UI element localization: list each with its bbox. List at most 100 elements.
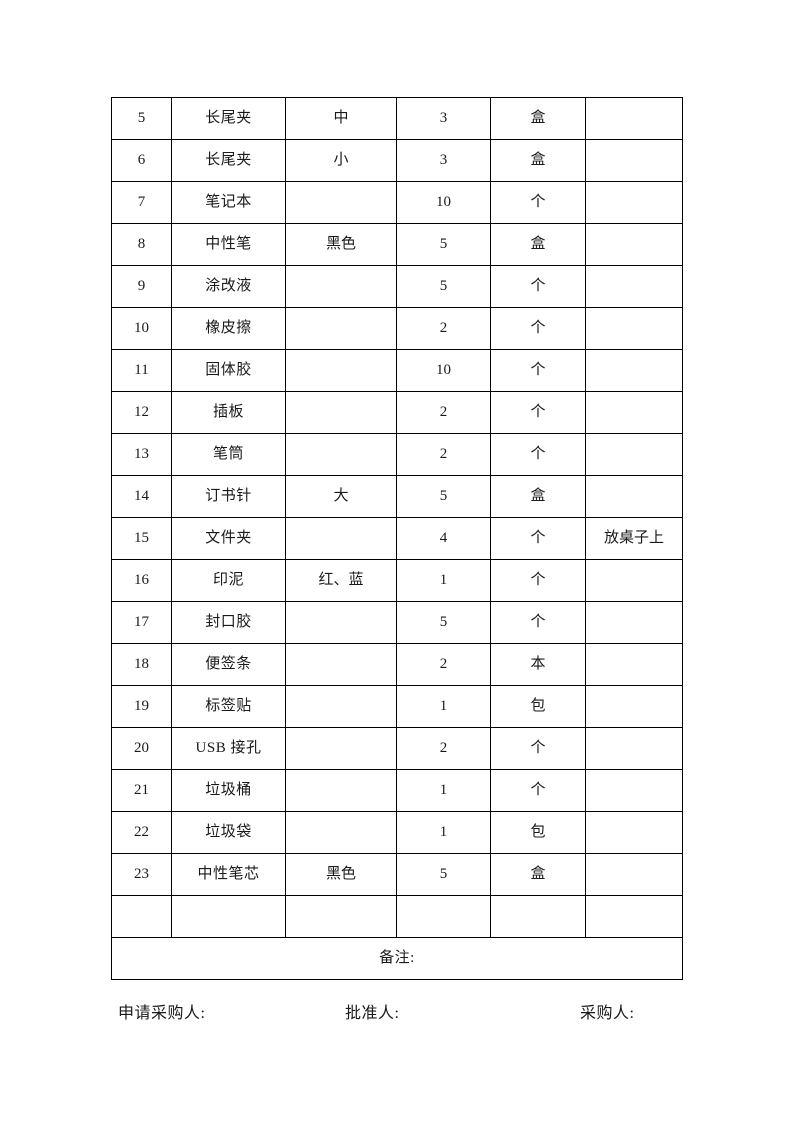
cell-unit: 个 — [490, 265, 586, 308]
cell-spec — [285, 643, 397, 686]
cell-qty: 2 — [396, 307, 491, 350]
table-body: 5 长尾夹中 3 盒 6 长尾夹小 3 盒 7 笔记本 10 个 8 中性笔 黑色 5 盒 9 涂改液 5 个 10 橡皮擦… — [111, 97, 683, 980]
cell-unit: 个 — [490, 727, 586, 770]
cell-unit: 盒 — [490, 475, 586, 518]
cell-qty: 1 — [396, 685, 491, 728]
cell-note — [585, 895, 683, 938]
cell-unit: 盒 — [490, 97, 586, 140]
cell-spec — [285, 769, 397, 812]
cell-unit: 个 — [490, 307, 586, 350]
cell-spec — [285, 349, 397, 392]
cell-note — [585, 853, 683, 896]
cell-index: 7 — [111, 181, 172, 224]
table-row: 6 长尾夹小 3 盒 — [111, 139, 683, 182]
cell-qty: 5 — [396, 853, 491, 896]
cell-unit: 个 — [490, 433, 586, 476]
cell-index: 18 — [111, 643, 172, 686]
signature-line: 申请采购人: 批准人: 采购人: — [111, 999, 686, 1023]
cell-index: 6 — [111, 139, 172, 182]
cell-name: 长尾夹 — [171, 139, 286, 182]
cell-name: 橡皮擦 — [171, 307, 286, 350]
cell-index — [111, 895, 172, 938]
table-row: 9 涂改液 5 个 — [111, 265, 683, 308]
cell-name: 中性笔 — [171, 223, 286, 266]
cell-spec: 大 — [285, 475, 397, 518]
purchaser-signature-label: 采购人: — [580, 1005, 635, 1022]
cell-index: 23 — [111, 853, 172, 896]
cell-note — [585, 769, 683, 812]
cell-index: 5 — [111, 97, 172, 140]
cell-index: 15 — [111, 517, 172, 560]
cell-qty — [396, 895, 491, 938]
cell-qty: 4 — [396, 517, 491, 560]
cell-spec — [285, 433, 397, 476]
cell-spec — [285, 307, 397, 350]
cell-qty: 2 — [396, 391, 491, 434]
cell-name: 订书针 — [171, 475, 286, 518]
cell-unit: 本 — [490, 643, 586, 686]
cell-spec — [285, 811, 397, 854]
cell-name: 封口胶 — [171, 601, 286, 644]
cell-note — [585, 433, 683, 476]
applicant-signature-label: 申请采购人: — [118, 1005, 206, 1022]
cell-unit: 个 — [490, 601, 586, 644]
table-row: 17 封口胶 5 个 — [111, 601, 683, 644]
cell-name: 长尾夹 — [171, 97, 286, 140]
table-row: 8 中性笔 黑色 5 盒 — [111, 223, 683, 266]
cell-name: 垃圾袋 — [171, 811, 286, 854]
cell-unit: 个 — [490, 559, 586, 602]
cell-qty: 1 — [396, 559, 491, 602]
cell-index: 19 — [111, 685, 172, 728]
cell-index: 8 — [111, 223, 172, 266]
cell-spec: 黑色 — [285, 853, 397, 896]
remark-cell[interactable]: 备注: — [111, 937, 683, 980]
cell-unit — [490, 895, 586, 938]
cell-note — [585, 475, 683, 518]
table-row: 14 订书针大 5 盒 — [111, 475, 683, 518]
cell-unit: 包 — [490, 811, 586, 854]
cell-qty: 10 — [396, 181, 491, 224]
cell-index: 13 — [111, 433, 172, 476]
table-row: 23 中性笔芯 黑色 5 盒 — [111, 853, 683, 896]
cell-name: 印泥 — [171, 559, 286, 602]
table-row-empty — [111, 895, 683, 938]
cell-note — [585, 727, 683, 770]
cell-unit: 盒 — [490, 139, 586, 182]
cell-name: 插板 — [171, 391, 286, 434]
cell-index: 12 — [111, 391, 172, 434]
cell-qty: 5 — [396, 223, 491, 266]
cell-note — [585, 685, 683, 728]
table-row: 7 笔记本 10 个 — [111, 181, 683, 224]
table-row: 19 标签贴 1 包 — [111, 685, 683, 728]
cell-name: 标签贴 — [171, 685, 286, 728]
cell-qty: 2 — [396, 433, 491, 476]
table-row: 21 垃圾桶 1 个 — [111, 769, 683, 812]
cell-spec: 红、蓝 — [285, 559, 397, 602]
cell-qty: 5 — [396, 601, 491, 644]
remark-row: 备注: — [111, 937, 683, 980]
table-row: 12 插板 2 个 — [111, 391, 683, 434]
cell-note — [585, 265, 683, 308]
cell-spec — [285, 895, 397, 938]
cell-note — [585, 181, 683, 224]
cell-note — [585, 307, 683, 350]
cell-qty: 1 — [396, 769, 491, 812]
cell-unit: 个 — [490, 517, 586, 560]
cell-spec — [285, 727, 397, 770]
cell-unit: 个 — [490, 769, 586, 812]
cell-name: 文件夹 — [171, 517, 286, 560]
cell-name: 固体胶 — [171, 349, 286, 392]
table-row: 10 橡皮擦 2 个 — [111, 307, 683, 350]
cell-note — [585, 139, 683, 182]
purchase-request-table: 5 长尾夹中 3 盒 6 长尾夹小 3 盒 7 笔记本 10 个 8 中性笔 黑色 5 盒 9 涂改液 5 个 10 橡皮擦… — [111, 97, 683, 980]
cell-name: 中性笔芯 — [171, 853, 286, 896]
cell-qty: 10 — [396, 349, 491, 392]
cell-index: 14 — [111, 475, 172, 518]
table-row: 20 USB 接孔 2 个 — [111, 727, 683, 770]
cell-note — [585, 811, 683, 854]
cell-qty: 3 — [396, 139, 491, 182]
cell-qty: 5 — [396, 475, 491, 518]
cell-spec — [285, 601, 397, 644]
cell-spec — [285, 181, 397, 224]
cell-note — [585, 559, 683, 602]
